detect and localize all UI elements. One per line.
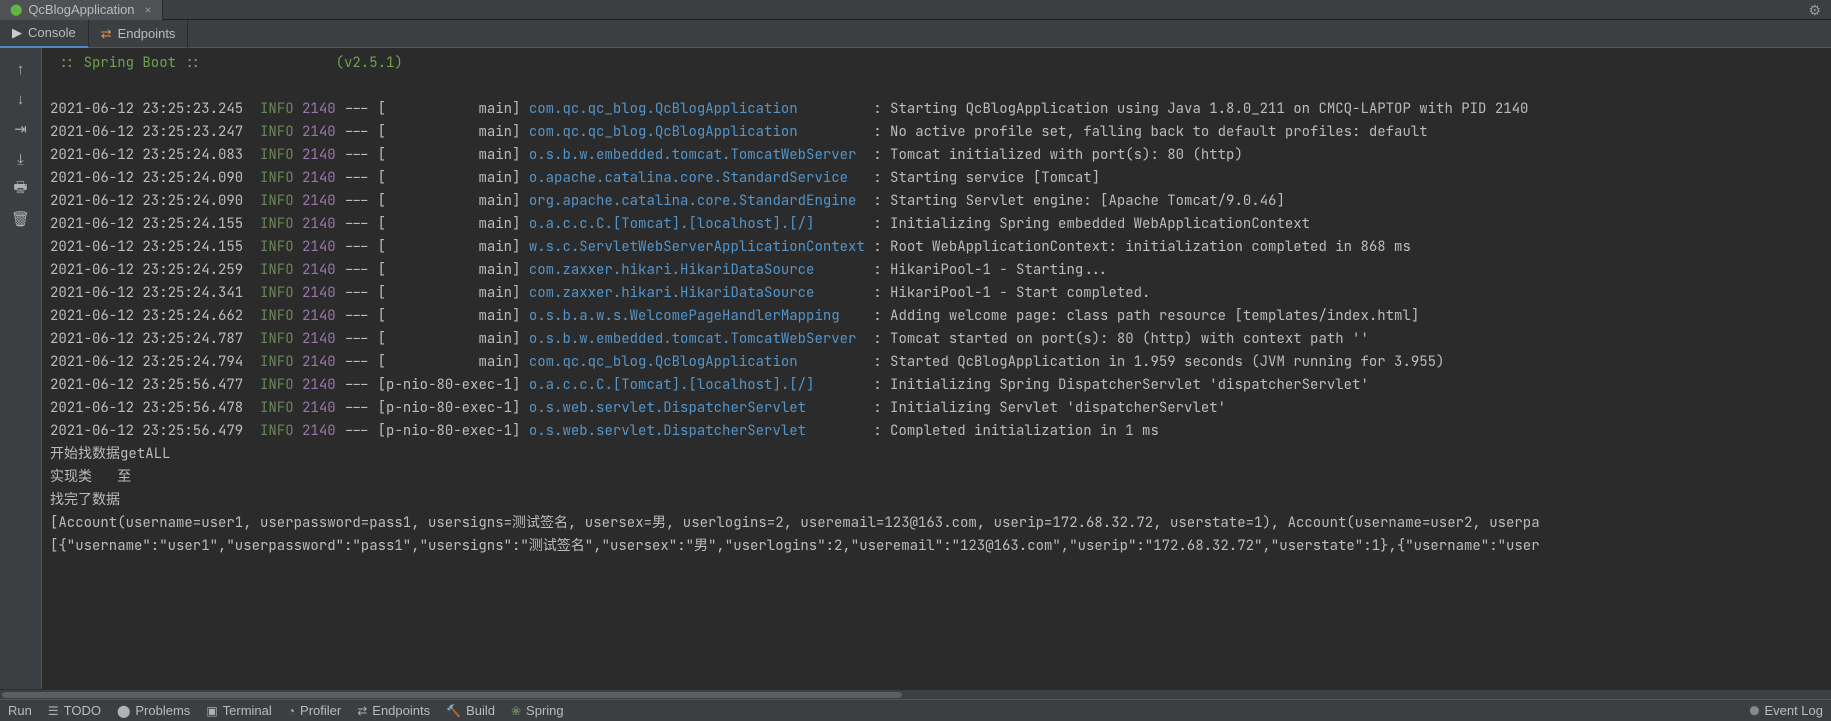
log-line: 2021-06-12 23:25:24.155 INFO 2140 --- [ … <box>50 236 1823 259</box>
log-line: 2021-06-12 23:25:24.155 INFO 2140 --- [ … <box>50 213 1823 236</box>
log-line: 2021-06-12 23:25:24.662 INFO 2140 --- [ … <box>50 305 1823 328</box>
print-icon[interactable]: 🖶 <box>10 180 32 198</box>
run-config-name: QcBlogApplication <box>28 2 134 17</box>
log-line: 2021-06-12 23:25:56.478 INFO 2140 --- [p… <box>50 397 1823 420</box>
log-line: 2021-06-12 23:25:24.259 INFO 2140 --- [ … <box>50 259 1823 282</box>
console-output[interactable]: :: Spring Boot :: (v2.5.1)2021-06-12 23:… <box>42 48 1831 689</box>
log-line: 2021-06-12 23:25:56.479 INFO 2140 --- [p… <box>50 420 1823 443</box>
log-line: 2021-06-12 23:25:23.245 INFO 2140 --- [ … <box>50 98 1823 121</box>
down-icon[interactable]: ↓ <box>10 90 32 108</box>
tab-console-label: Console <box>28 25 76 40</box>
plain-line: [Account(username=user1, userpassword=pa… <box>50 512 1823 535</box>
log-line: 2021-06-12 23:25:24.341 INFO 2140 --- [ … <box>50 282 1823 305</box>
log-line: 2021-06-12 23:25:23.247 INFO 2140 --- [ … <box>50 121 1823 144</box>
clear-all-icon[interactable]: 🗑 <box>10 210 32 228</box>
endpoints-icon: ⇄ <box>101 26 112 42</box>
plain-line: 实现类 至 <box>50 466 1823 489</box>
log-line: 2021-06-12 23:25:24.787 INFO 2140 --- [ … <box>50 328 1823 351</box>
up-icon[interactable]: ↑ <box>10 60 32 78</box>
horizontal-scrollbar[interactable] <box>0 689 1831 699</box>
tab-endpoints-label: Endpoints <box>118 26 176 41</box>
banner-line: :: Spring Boot :: (v2.5.1) <box>50 52 1823 75</box>
tab-console[interactable]: ▶ Console <box>0 20 89 48</box>
log-line: 2021-06-12 23:25:24.794 INFO 2140 --- [ … <box>50 351 1823 374</box>
tool-tabs: ▶ Console ⇄ Endpoints <box>0 20 1831 48</box>
log-line: 2021-06-12 23:25:24.083 INFO 2140 --- [ … <box>50 144 1823 167</box>
console-icon: ▶ <box>12 25 22 41</box>
plain-line: 开始找数据getALL <box>50 443 1823 466</box>
console-gutter: ↑ ↓ ⇥ ⤓ 🖶 🗑 <box>0 48 42 689</box>
scrollbar-thumb[interactable] <box>2 692 902 698</box>
main-area: ↑ ↓ ⇥ ⤓ 🖶 🗑 :: Spring Boot :: (v2.5.1)20… <box>0 48 1831 689</box>
run-config-tab-bar: ⬤ QcBlogApplication × ⚙ <box>0 0 1831 20</box>
log-line: 2021-06-12 23:25:56.477 INFO 2140 --- [p… <box>50 374 1823 397</box>
tab-endpoints[interactable]: ⇄ Endpoints <box>89 20 189 48</box>
log-line: 2021-06-12 23:25:24.090 INFO 2140 --- [ … <box>50 190 1823 213</box>
log-line: 2021-06-12 23:25:24.090 INFO 2140 --- [ … <box>50 167 1823 190</box>
spring-run-icon: ⬤ <box>10 3 22 16</box>
settings-icon[interactable]: ⚙ <box>1808 2 1821 19</box>
run-config-tab[interactable]: ⬤ QcBlogApplication × <box>0 0 163 20</box>
close-icon[interactable]: × <box>145 3 152 17</box>
plain-line: [{"username":"user1","userpassword":"pas… <box>50 535 1823 558</box>
soft-wrap-icon[interactable]: ⇥ <box>10 120 32 138</box>
plain-line: 找完了数据 <box>50 489 1823 512</box>
scroll-to-end-icon[interactable]: ⤓ <box>10 150 32 168</box>
status-bar: Run ☰ TODO ⬤ Problems ▣ Terminal ◔ Profi… <box>0 699 1831 721</box>
